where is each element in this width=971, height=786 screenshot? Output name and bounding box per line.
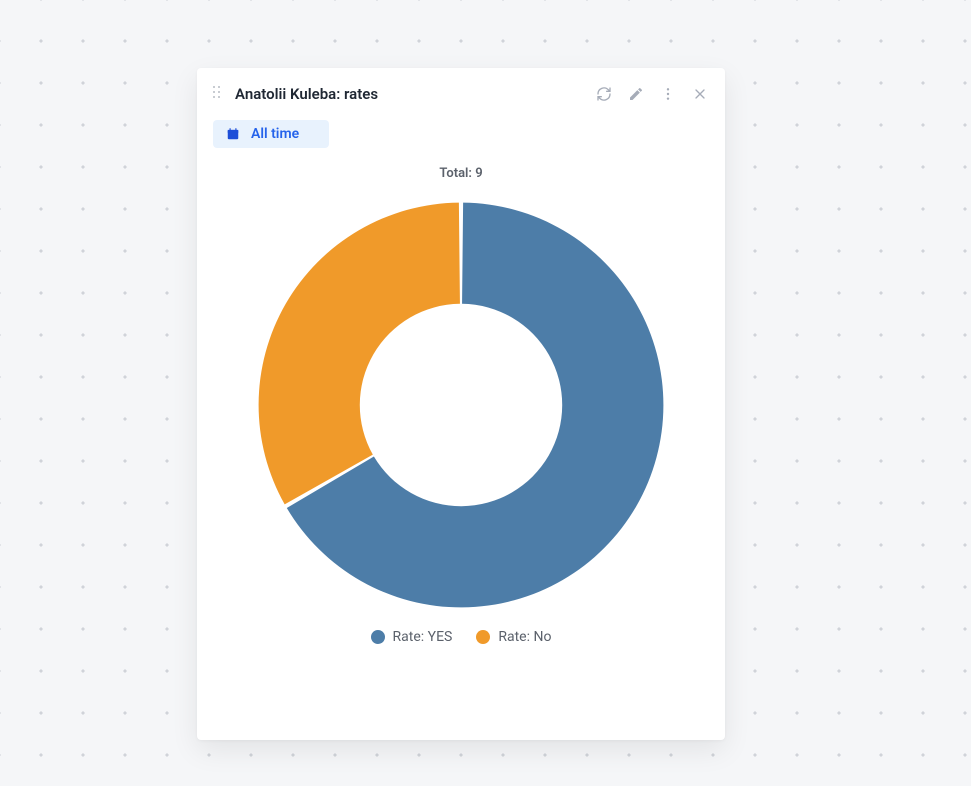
- drag-handle-icon[interactable]: [213, 86, 223, 102]
- calendar-icon: [225, 127, 241, 141]
- refresh-icon[interactable]: [595, 85, 613, 103]
- filter-row: All time: [213, 120, 709, 148]
- legend-item[interactable]: Rate: YES: [371, 629, 453, 645]
- chart-area: Total: 9 Rate: YES Rate: No: [213, 148, 709, 724]
- more-icon[interactable]: [659, 85, 677, 103]
- legend-swatch: [476, 630, 490, 644]
- chart-total-label: Total: 9: [439, 166, 482, 181]
- card-title: Anatolii Kuleba: rates: [235, 85, 378, 103]
- legend-label: Rate: No: [498, 629, 551, 645]
- legend-item[interactable]: Rate: No: [476, 629, 551, 645]
- edit-icon[interactable]: [627, 85, 645, 103]
- time-filter-label: All time: [251, 126, 299, 142]
- legend-swatch: [371, 630, 385, 644]
- legend-label: Rate: YES: [393, 629, 453, 645]
- donut-chart: [241, 185, 681, 625]
- card-header: Anatolii Kuleba: rates: [213, 80, 709, 108]
- chart-legend: Rate: YES Rate: No: [371, 629, 552, 645]
- card-actions: [595, 85, 709, 103]
- time-filter-chip[interactable]: All time: [213, 120, 329, 148]
- close-icon[interactable]: [691, 85, 709, 103]
- chart-card: Anatolii Kuleba: rates: [197, 68, 725, 740]
- donut-slice[interactable]: [259, 203, 460, 505]
